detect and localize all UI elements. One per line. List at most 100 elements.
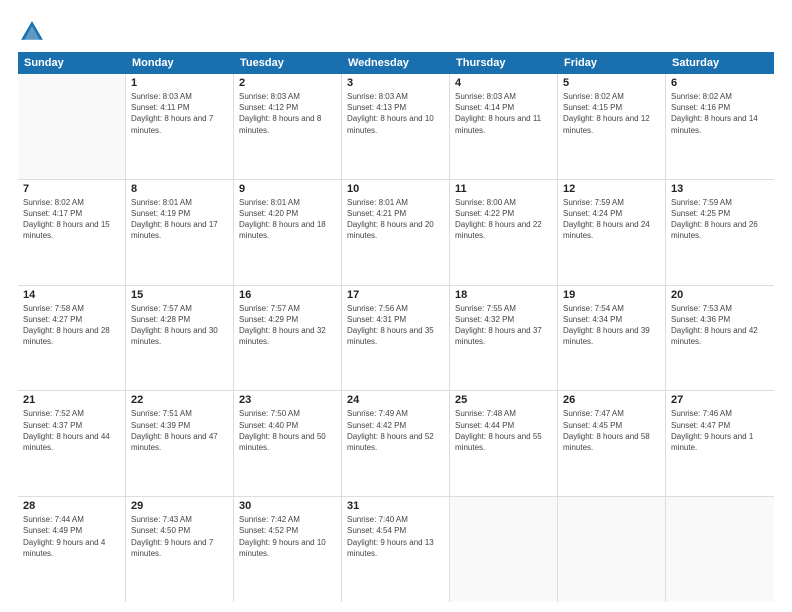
day-number: 16 bbox=[239, 289, 336, 301]
day-number: 5 bbox=[563, 77, 660, 89]
logo-icon bbox=[18, 18, 46, 46]
calendar-cell: 20 Sunrise: 7:53 AM Sunset: 4:36 PM Dayli… bbox=[666, 286, 774, 391]
sun-info: Sunrise: 7:58 AM Sunset: 4:27 PM Dayligh… bbox=[23, 303, 120, 348]
calendar-cell bbox=[558, 497, 666, 602]
day-number: 6 bbox=[671, 77, 769, 89]
sun-info: Sunrise: 8:00 AM Sunset: 4:22 PM Dayligh… bbox=[455, 197, 552, 242]
sun-info: Sunrise: 7:43 AM Sunset: 4:50 PM Dayligh… bbox=[131, 514, 228, 559]
calendar-cell: 5 Sunrise: 8:02 AM Sunset: 4:15 PM Daylig… bbox=[558, 74, 666, 179]
day-number: 1 bbox=[131, 77, 228, 89]
weekday-header: Tuesday bbox=[234, 52, 342, 74]
calendar-cell: 27 Sunrise: 7:46 AM Sunset: 4:47 PM Dayli… bbox=[666, 391, 774, 496]
day-number: 24 bbox=[347, 394, 444, 406]
sun-info: Sunrise: 7:44 AM Sunset: 4:49 PM Dayligh… bbox=[23, 514, 120, 559]
sun-info: Sunrise: 8:02 AM Sunset: 4:16 PM Dayligh… bbox=[671, 91, 769, 136]
calendar-cell: 31 Sunrise: 7:40 AM Sunset: 4:54 PM Dayli… bbox=[342, 497, 450, 602]
sun-info: Sunrise: 7:49 AM Sunset: 4:42 PM Dayligh… bbox=[347, 408, 444, 453]
calendar-cell: 10Sunrise: 8:01 AM Sunset: 4:21 PM Dayli… bbox=[342, 180, 450, 285]
sun-info: Sunrise: 8:02 AM Sunset: 4:15 PM Dayligh… bbox=[563, 91, 660, 136]
page: SundayMondayTuesdayWednesdayThursdayFrid… bbox=[0, 0, 792, 612]
day-number: 22 bbox=[131, 394, 228, 406]
day-number: 14 bbox=[23, 289, 120, 301]
calendar-cell: 29 Sunrise: 7:43 AM Sunset: 4:50 PM Dayli… bbox=[126, 497, 234, 602]
calendar-cell: 11 Sunrise: 8:00 AM Sunset: 4:22 PM Dayli… bbox=[450, 180, 558, 285]
calendar-cell bbox=[18, 74, 126, 179]
sun-info: Sunrise: 7:42 AM Sunset: 4:52 PM Dayligh… bbox=[239, 514, 336, 559]
sun-info: Sunrise: 8:03 AM Sunset: 4:11 PM Dayligh… bbox=[131, 91, 228, 136]
sun-info: Sunrise: 7:47 AM Sunset: 4:45 PM Dayligh… bbox=[563, 408, 660, 453]
sun-info: Sunrise: 7:50 AM Sunset: 4:40 PM Dayligh… bbox=[239, 408, 336, 453]
calendar-cell: 2 Sunrise: 8:03 AM Sunset: 4:12 PM Daylig… bbox=[234, 74, 342, 179]
calendar-row: 28 Sunrise: 7:44 AM Sunset: 4:49 PM Dayli… bbox=[18, 497, 774, 602]
calendar-cell: 12 Sunrise: 7:59 AM Sunset: 4:24 PM Dayli… bbox=[558, 180, 666, 285]
calendar-cell: 23Sunrise: 7:50 AM Sunset: 4:40 PM Dayli… bbox=[234, 391, 342, 496]
day-number: 12 bbox=[563, 183, 660, 195]
day-number: 29 bbox=[131, 500, 228, 512]
calendar-cell: 14 Sunrise: 7:58 AM Sunset: 4:27 PM Dayli… bbox=[18, 286, 126, 391]
day-number: 25 bbox=[455, 394, 552, 406]
sun-info: Sunrise: 7:59 AM Sunset: 4:25 PM Dayligh… bbox=[671, 197, 769, 242]
sun-info: Sunrise: 7:54 AM Sunset: 4:34 PM Dayligh… bbox=[563, 303, 660, 348]
sun-info: Sunrise: 7:52 AM Sunset: 4:37 PM Dayligh… bbox=[23, 408, 120, 453]
calendar-row: 1 Sunrise: 8:03 AM Sunset: 4:11 PM Daylig… bbox=[18, 74, 774, 180]
calendar-header: SundayMondayTuesdayWednesdayThursdayFrid… bbox=[18, 52, 774, 74]
calendar-cell: 21 Sunrise: 7:52 AM Sunset: 4:37 PM Dayli… bbox=[18, 391, 126, 496]
day-number: 9 bbox=[239, 183, 336, 195]
sun-info: Sunrise: 7:56 AM Sunset: 4:31 PM Dayligh… bbox=[347, 303, 444, 348]
header bbox=[18, 18, 774, 46]
calendar-cell: 13 Sunrise: 7:59 AM Sunset: 4:25 PM Dayli… bbox=[666, 180, 774, 285]
day-number: 19 bbox=[563, 289, 660, 301]
sun-info: Sunrise: 7:51 AM Sunset: 4:39 PM Dayligh… bbox=[131, 408, 228, 453]
day-number: 30 bbox=[239, 500, 336, 512]
calendar-row: 7Sunrise: 8:02 AM Sunset: 4:17 PM Daylig… bbox=[18, 180, 774, 286]
day-number: 28 bbox=[23, 500, 120, 512]
sun-info: Sunrise: 7:57 AM Sunset: 4:28 PM Dayligh… bbox=[131, 303, 228, 348]
day-number: 13 bbox=[671, 183, 769, 195]
weekday-header: Sunday bbox=[18, 52, 126, 74]
day-number: 11 bbox=[455, 183, 552, 195]
sun-info: Sunrise: 7:55 AM Sunset: 4:32 PM Dayligh… bbox=[455, 303, 552, 348]
sun-info: Sunrise: 8:03 AM Sunset: 4:13 PM Dayligh… bbox=[347, 91, 444, 136]
calendar-cell: 7Sunrise: 8:02 AM Sunset: 4:17 PM Daylig… bbox=[18, 180, 126, 285]
day-number: 2 bbox=[239, 77, 336, 89]
calendar-cell bbox=[666, 497, 774, 602]
sun-info: Sunrise: 8:03 AM Sunset: 4:12 PM Dayligh… bbox=[239, 91, 336, 136]
sun-info: Sunrise: 8:03 AM Sunset: 4:14 PM Dayligh… bbox=[455, 91, 552, 136]
day-number: 18 bbox=[455, 289, 552, 301]
calendar-row: 21 Sunrise: 7:52 AM Sunset: 4:37 PM Dayli… bbox=[18, 391, 774, 497]
calendar-cell: 24 Sunrise: 7:49 AM Sunset: 4:42 PM Dayli… bbox=[342, 391, 450, 496]
calendar-cell: 15Sunrise: 7:57 AM Sunset: 4:28 PM Dayli… bbox=[126, 286, 234, 391]
calendar-cell: 9 Sunrise: 8:01 AM Sunset: 4:20 PM Daylig… bbox=[234, 180, 342, 285]
calendar-body: 1 Sunrise: 8:03 AM Sunset: 4:11 PM Daylig… bbox=[18, 74, 774, 602]
calendar-cell: 22 Sunrise: 7:51 AM Sunset: 4:39 PM Dayli… bbox=[126, 391, 234, 496]
sun-info: Sunrise: 8:01 AM Sunset: 4:19 PM Dayligh… bbox=[131, 197, 228, 242]
weekday-header: Saturday bbox=[666, 52, 774, 74]
calendar-cell: 3 Sunrise: 8:03 AM Sunset: 4:13 PM Daylig… bbox=[342, 74, 450, 179]
calendar-cell: 1 Sunrise: 8:03 AM Sunset: 4:11 PM Daylig… bbox=[126, 74, 234, 179]
day-number: 27 bbox=[671, 394, 769, 406]
day-number: 20 bbox=[671, 289, 769, 301]
calendar-cell: 18 Sunrise: 7:55 AM Sunset: 4:32 PM Dayli… bbox=[450, 286, 558, 391]
day-number: 31 bbox=[347, 500, 444, 512]
calendar-cell: 8Sunrise: 8:01 AM Sunset: 4:19 PM Daylig… bbox=[126, 180, 234, 285]
calendar-cell bbox=[450, 497, 558, 602]
day-number: 4 bbox=[455, 77, 552, 89]
calendar-cell: 4 Sunrise: 8:03 AM Sunset: 4:14 PM Daylig… bbox=[450, 74, 558, 179]
calendar-cell: 6 Sunrise: 8:02 AM Sunset: 4:16 PM Daylig… bbox=[666, 74, 774, 179]
weekday-header: Monday bbox=[126, 52, 234, 74]
day-number: 3 bbox=[347, 77, 444, 89]
sun-info: Sunrise: 7:40 AM Sunset: 4:54 PM Dayligh… bbox=[347, 514, 444, 559]
sun-info: Sunrise: 7:57 AM Sunset: 4:29 PM Dayligh… bbox=[239, 303, 336, 348]
sun-info: Sunrise: 8:01 AM Sunset: 4:21 PM Dayligh… bbox=[347, 197, 444, 242]
day-number: 26 bbox=[563, 394, 660, 406]
sun-info: Sunrise: 7:59 AM Sunset: 4:24 PM Dayligh… bbox=[563, 197, 660, 242]
sun-info: Sunrise: 8:01 AM Sunset: 4:20 PM Dayligh… bbox=[239, 197, 336, 242]
weekday-header: Thursday bbox=[450, 52, 558, 74]
sun-info: Sunrise: 7:53 AM Sunset: 4:36 PM Dayligh… bbox=[671, 303, 769, 348]
calendar-cell: 26 Sunrise: 7:47 AM Sunset: 4:45 PM Dayli… bbox=[558, 391, 666, 496]
day-number: 21 bbox=[23, 394, 120, 406]
calendar: SundayMondayTuesdayWednesdayThursdayFrid… bbox=[18, 52, 774, 602]
sun-info: Sunrise: 7:46 AM Sunset: 4:47 PM Dayligh… bbox=[671, 408, 769, 453]
day-number: 17 bbox=[347, 289, 444, 301]
sun-info: Sunrise: 7:48 AM Sunset: 4:44 PM Dayligh… bbox=[455, 408, 552, 453]
